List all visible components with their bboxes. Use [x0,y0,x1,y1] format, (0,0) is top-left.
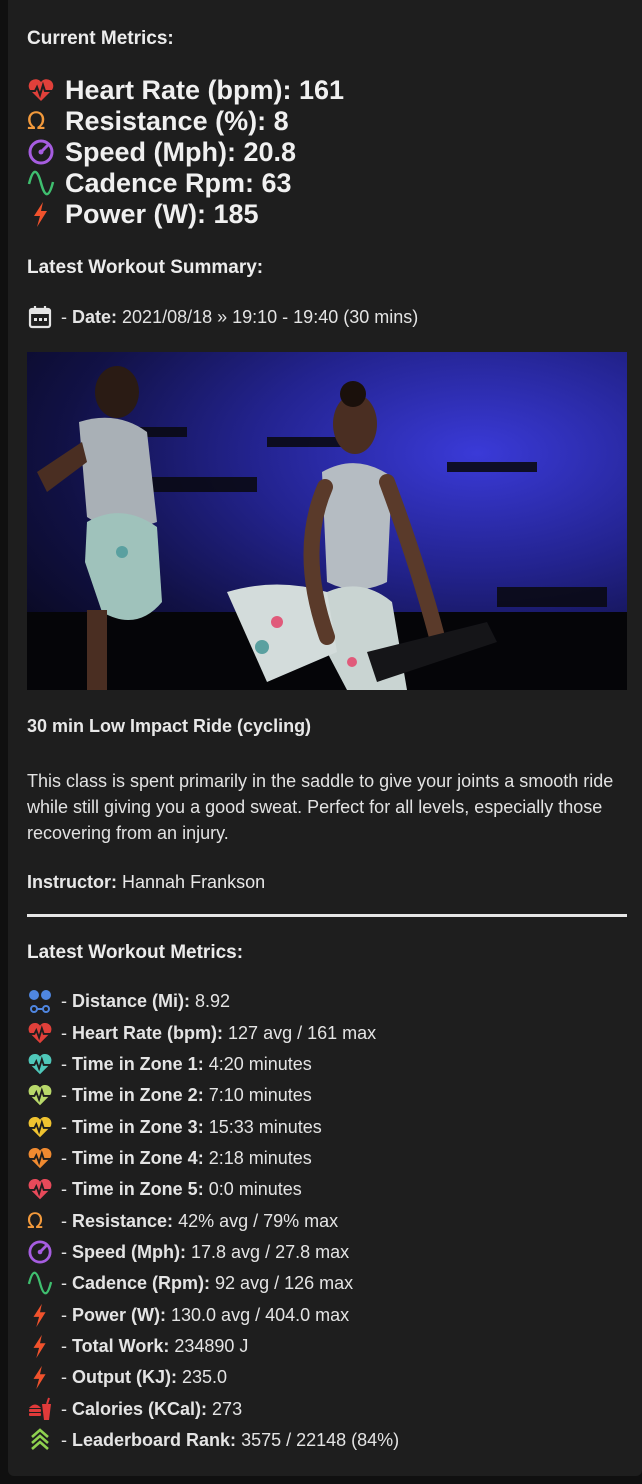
distance-icon [27,988,57,1014]
lightning-icon [27,1333,57,1359]
speedometer-icon [27,137,59,167]
metric-leaderboard-rank: - Leaderboard Rank: 3575 / 22148 (84%) [27,1427,399,1453]
metric-power: - Power (W): 130.0 avg / 404.0 max [27,1302,349,1328]
sine-wave-icon [27,1270,57,1296]
instructor: Instructor: Hannah Frankson [27,872,266,892]
workout-metrics-title: Latest Workout Metrics: [27,942,244,963]
class-description: This class is spent primarily in the sad… [27,771,614,843]
speedometer-icon [27,1239,57,1265]
current-power: Power (W): 185 [27,199,259,229]
current-cadence: Cadence Rpm: 63 [27,168,292,198]
rank-chevrons-icon [27,1427,57,1453]
food-drink-icon [27,1396,57,1422]
metric-zone-2: - Time in Zone 2: 7:10 minutes [27,1082,312,1108]
workout-summary-title: Latest Workout Summary: [27,257,264,278]
metric-zone-1: - Time in Zone 1: 4:20 minutes [27,1051,312,1077]
metric-distance: - Distance (Mi): 8.92 [27,988,230,1014]
metric-resistance: Ω - Resistance: 42% avg / 79% max [27,1209,339,1233]
heart-pulse-zone1-icon [27,1051,57,1077]
heart-pulse-zone3-icon [27,1114,57,1140]
omega-icon: Ω [27,1209,44,1233]
lightning-icon [27,199,59,229]
metric-zone-5: - Time in Zone 5: 0:0 minutes [27,1176,302,1202]
heart-pulse-zone5-icon [27,1176,57,1202]
class-photo [27,352,627,690]
heart-pulse-zone4-icon [27,1145,57,1171]
lightning-icon [27,1302,57,1328]
metric-zone-4: - Time in Zone 4: 2:18 minutes [27,1145,312,1171]
divider [27,914,627,917]
lightning-icon [27,1364,57,1390]
metric-calories: - Calories (KCal): 273 [27,1396,242,1422]
current-heart-rate: Heart Rate (bpm): 161 [27,75,344,105]
metric-output: - Output (KJ): 235.0 [27,1364,227,1390]
metric-heart-rate: - Heart Rate (bpm): 127 avg / 161 max [27,1020,376,1046]
metric-zone-3: - Time in Zone 3: 15:33 minutes [27,1114,322,1140]
metric-cadence: - Cadence (Rpm): 92 avg / 126 max [27,1270,353,1296]
heart-pulse-zone2-icon [27,1082,57,1108]
current-speed: Speed (Mph): 20.8 [27,137,296,167]
calendar-icon [27,304,57,330]
current-metrics-title: Current Metrics: [27,28,174,49]
workout-card: Current Metrics: Heart Rate (bpm): 161 Ω… [8,0,642,1476]
class-title: 30 min Low Impact Ride (cycling) [27,716,312,736]
heart-icon [27,75,59,105]
heart-icon [27,1020,57,1046]
sine-wave-icon [27,168,59,198]
current-resistance: Ω Resistance (%): 8 [27,105,289,136]
omega-icon: Ω [27,107,46,135]
metric-total-work: - Total Work: 234890 J [27,1333,248,1359]
instructor-name: Hannah Frankson [122,872,266,892]
workout-date: - Date: 2021/08/18 » 19:10 - 19:40 (30 m… [27,304,418,330]
metric-speed: - Speed (Mph): 17.8 avg / 27.8 max [27,1239,349,1265]
